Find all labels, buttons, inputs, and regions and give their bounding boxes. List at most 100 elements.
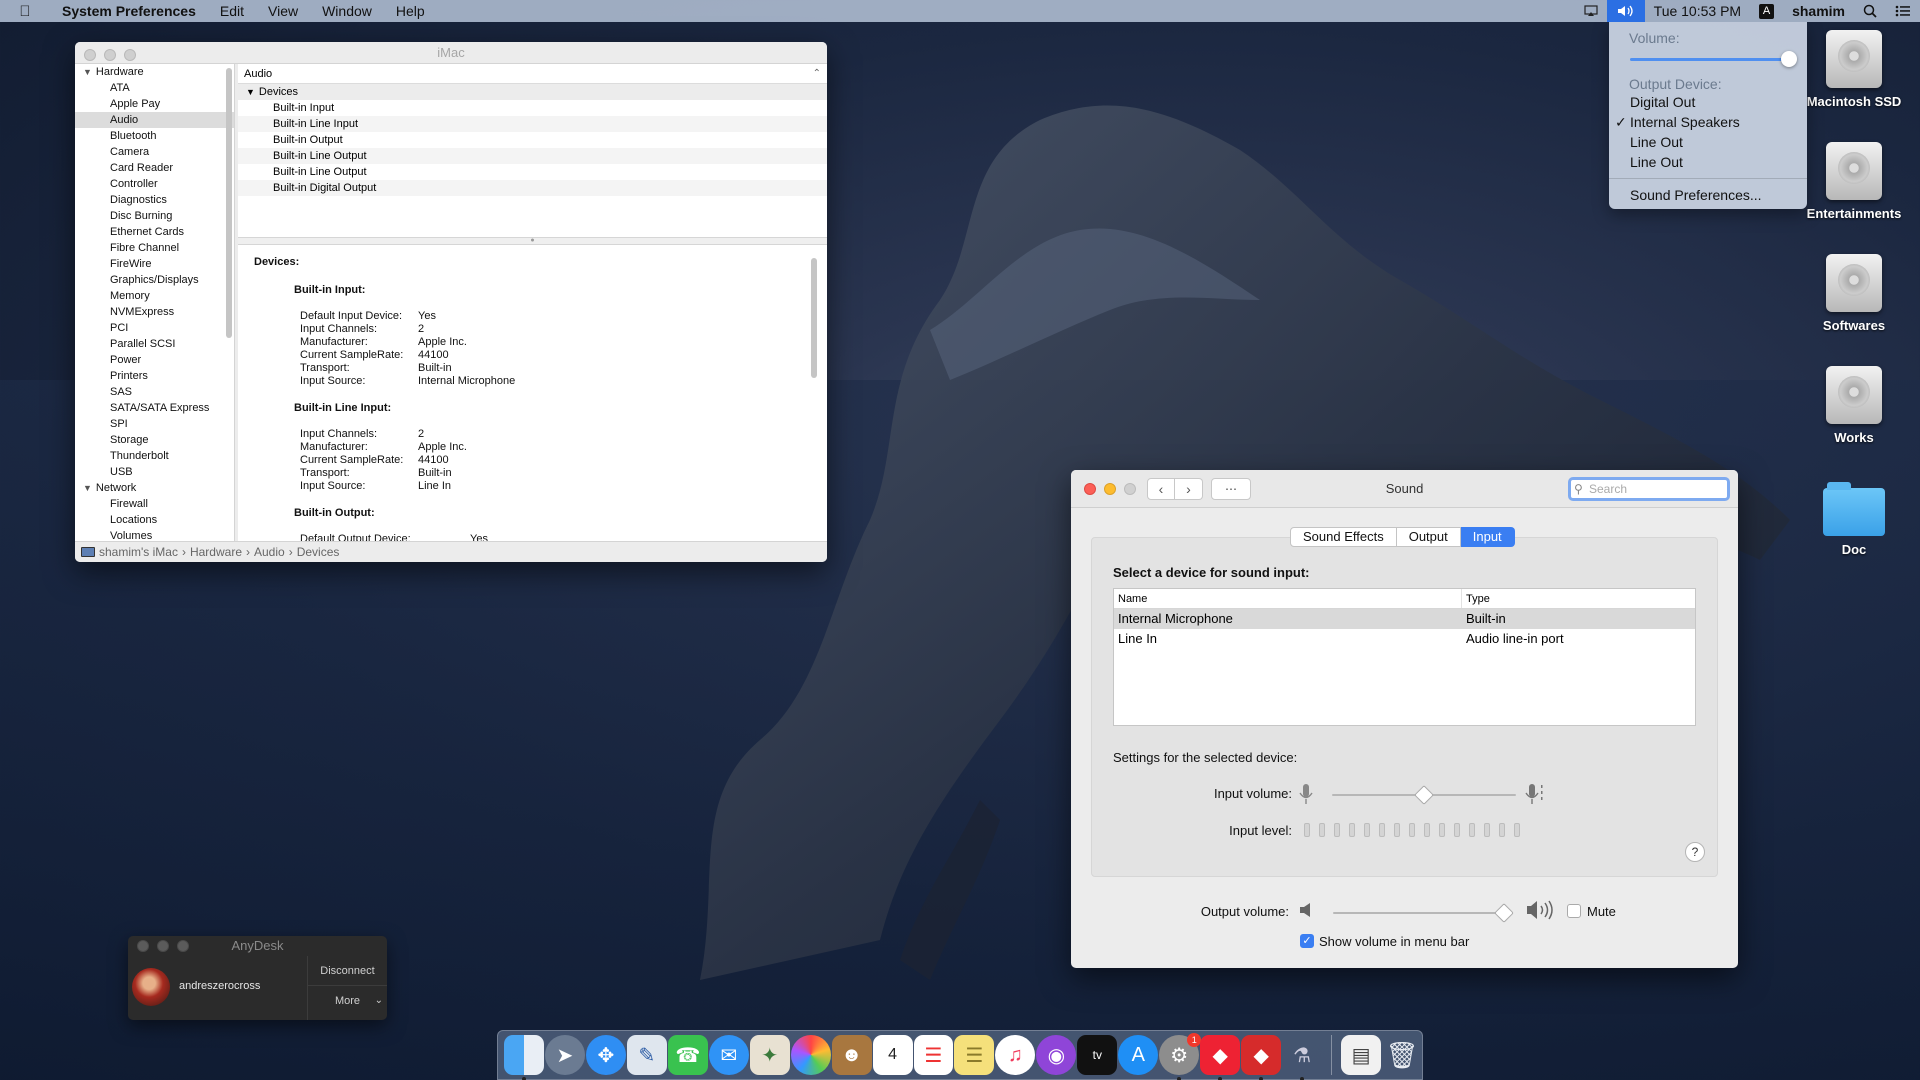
minimize-button[interactable] — [157, 940, 169, 952]
sidebar-item-graphics-displays[interactable]: Graphics/Displays — [75, 272, 234, 288]
tree-item[interactable]: Built-in Output — [238, 132, 827, 148]
sidebar-item-power[interactable]: Power — [75, 352, 234, 368]
zoom-button[interactable] — [177, 940, 189, 952]
detail-scrollbar[interactable] — [811, 258, 817, 378]
sidebar-item-usb[interactable]: USB — [75, 464, 234, 480]
facetime-icon[interactable]: ☎ — [667, 1035, 708, 1075]
sidebar-scrollbar[interactable] — [226, 68, 232, 338]
output-device-line-out-2[interactable]: Line Out — [1609, 152, 1807, 172]
table-row[interactable]: Internal Microphone Built-in — [1114, 609, 1695, 629]
zoom-button[interactable] — [1124, 483, 1136, 495]
forward-button[interactable]: › — [1175, 478, 1203, 500]
close-button[interactable] — [1084, 483, 1096, 495]
sidebar-item-audio[interactable]: Audio — [75, 112, 234, 128]
tab-sound-effects[interactable]: Sound Effects — [1290, 527, 1397, 547]
path-item[interactable]: Devices — [297, 542, 340, 563]
path-item[interactable]: shamim's iMac — [99, 542, 178, 563]
tree-item[interactable]: Built-in Line Output — [238, 164, 827, 180]
apple-menu-icon[interactable]:  — [0, 3, 50, 20]
sidebar-item-camera[interactable]: Camera — [75, 144, 234, 160]
tree-item[interactable]: Built-in Digital Output — [238, 180, 827, 196]
sidebar-item-thunderbolt[interactable]: Thunderbolt — [75, 448, 234, 464]
output-device-digital-out[interactable]: Digital Out — [1609, 92, 1807, 112]
sidebar-item-parallel-scsi[interactable]: Parallel SCSI — [75, 336, 234, 352]
photos-icon[interactable] — [790, 1035, 831, 1075]
close-button[interactable] — [137, 940, 149, 952]
menu-window[interactable]: Window — [310, 3, 384, 19]
column-header-type[interactable]: Type — [1462, 589, 1490, 608]
search-input[interactable]: ⚲ Search — [1568, 477, 1730, 501]
input-source-icon[interactable]: A — [1750, 0, 1783, 22]
tree-item[interactable]: Built-in Input — [238, 100, 827, 116]
system-preferences-icon[interactable]: ⚙ 1 — [1159, 1033, 1202, 1080]
maps-icon[interactable]: ✦ — [749, 1035, 790, 1075]
input-volume-knob[interactable] — [1414, 785, 1434, 805]
sidebar-item-sas[interactable]: SAS — [75, 384, 234, 400]
menu-help[interactable]: Help — [384, 3, 437, 19]
menu-view[interactable]: View — [256, 3, 310, 19]
music-icon[interactable]: ♫ — [995, 1035, 1036, 1075]
output-device-line-out-1[interactable]: Line Out — [1609, 132, 1807, 152]
anydesk-session-icon[interactable]: ◆ — [1241, 1035, 1282, 1080]
show-all-button[interactable]: ⋯ — [1211, 478, 1251, 500]
volume-menu-icon[interactable] — [1606, 0, 1645, 22]
sidebar-item-bluetooth[interactable]: Bluetooth — [75, 128, 234, 144]
safari-icon[interactable]: ✥ — [585, 1035, 626, 1075]
output-volume-knob[interactable] — [1494, 903, 1514, 923]
tree-item[interactable]: Built-in Line Output — [238, 148, 827, 164]
help-button[interactable]: ? — [1685, 842, 1705, 862]
sidebar-item-diagnostics[interactable]: Diagnostics — [75, 192, 234, 208]
sidebar-item-firewall[interactable]: Firewall — [75, 496, 234, 512]
table-row[interactable]: Line In Audio line-in port — [1114, 629, 1695, 649]
sidebar-item-card-reader[interactable]: Card Reader — [75, 160, 234, 176]
launchpad-icon[interactable]: ➤ — [544, 1035, 585, 1075]
mute-checkbox[interactable] — [1567, 904, 1581, 918]
sidebar-item-ethernet-cards[interactable]: Ethernet Cards — [75, 224, 234, 240]
volume-slider[interactable] — [1630, 46, 1797, 72]
menu-edit[interactable]: Edit — [208, 3, 256, 19]
output-volume-slider[interactable] — [1333, 912, 1513, 914]
sidebar-item-nvmexpress[interactable]: NVMExpress — [75, 304, 234, 320]
sidebar-item-controller[interactable]: Controller — [75, 176, 234, 192]
sidebar-item-memory[interactable]: Memory — [75, 288, 234, 304]
menu-user[interactable]: shamim — [1783, 0, 1854, 22]
output-device-internal-speakers[interactable]: ✓ Internal Speakers — [1609, 112, 1807, 132]
sidebar-item-fibre-channel[interactable]: Fibre Channel — [75, 240, 234, 256]
volume-slider-knob[interactable] — [1781, 51, 1797, 67]
sidebar-item-pci[interactable]: PCI — [75, 320, 234, 336]
anydesk-icon[interactable]: ◆ — [1200, 1035, 1241, 1080]
minimize-button[interactable] — [104, 49, 116, 61]
tree-group-devices[interactable]: ▼ Devices — [238, 84, 827, 100]
sidebar-item-locations[interactable]: Locations — [75, 512, 234, 528]
chevron-up-icon[interactable]: ⌃ — [813, 64, 821, 84]
contacts-icon[interactable]: ☻ — [831, 1035, 872, 1075]
spotlight-search-icon[interactable] — [1854, 0, 1886, 22]
disconnect-button[interactable]: Disconnect — [308, 956, 387, 986]
desktop-icon-works[interactable]: Works — [1799, 366, 1909, 445]
menu-clock[interactable]: Tue 10:53 PM — [1645, 0, 1750, 22]
close-button[interactable] — [84, 49, 96, 61]
sidebar-item-storage[interactable]: Storage — [75, 432, 234, 448]
airplay-icon[interactable] — [1575, 0, 1607, 22]
finder-icon[interactable] — [504, 1035, 544, 1080]
trash-icon[interactable]: 🗑 — [1382, 1035, 1422, 1075]
tree-item[interactable]: Built-in Line Input — [238, 116, 827, 132]
calendar-icon[interactable]: 4 — [872, 1035, 913, 1075]
path-item[interactable]: Hardware — [190, 542, 242, 563]
app-store-icon[interactable]: A — [1118, 1035, 1159, 1075]
path-item[interactable]: Audio — [254, 542, 285, 563]
preview-icon[interactable]: ✎ — [626, 1035, 667, 1075]
desktop-icon-doc[interactable]: Doc — [1799, 480, 1909, 557]
sidebar-item-sata-sata-express[interactable]: SATA/SATA Express — [75, 400, 234, 416]
desktop-icon-macintosh-ssd[interactable]: Macintosh SSD — [1799, 30, 1909, 109]
sidebar-item-ata[interactable]: ATA — [75, 80, 234, 96]
document-icon[interactable]: ▤ — [1341, 1035, 1382, 1075]
menu-app-name[interactable]: System Preferences — [50, 3, 208, 19]
section-header[interactable]: Audio ⌃ — [238, 64, 827, 84]
sidebar-group-hardware[interactable]: ▼ Hardware — [75, 64, 234, 80]
sidebar-item-volumes[interactable]: Volumes — [75, 528, 234, 541]
more-button[interactable]: More ⌄ — [308, 986, 387, 1016]
sidebar-group-network[interactable]: ▼ Network — [75, 480, 234, 496]
back-button[interactable]: ‹ — [1147, 478, 1175, 500]
disclosure-triangle-icon[interactable]: ▼ — [83, 67, 92, 77]
